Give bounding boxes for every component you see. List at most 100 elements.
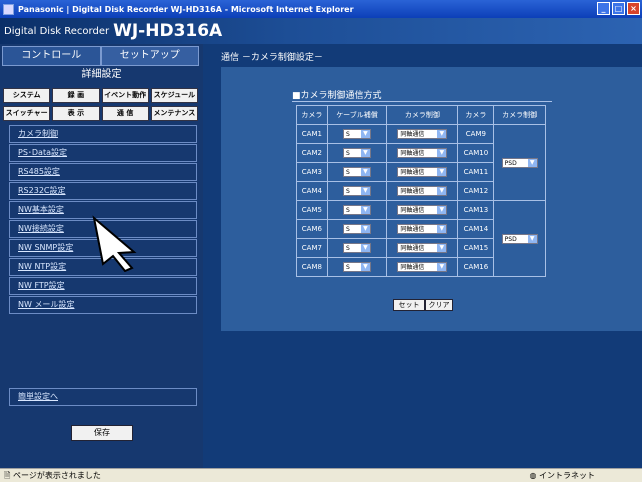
chevron-down-icon: ▼	[527, 234, 537, 243]
easy-setup-link[interactable]: 簡単設定へ	[9, 388, 197, 406]
header-camera-2: カメラ	[457, 105, 495, 125]
menu-recording[interactable]: 録 画	[52, 88, 100, 103]
page-icon: 🗎	[4, 471, 11, 480]
header-control: カメラ制御	[386, 105, 459, 125]
section-subtitle: 詳細設定	[81, 69, 122, 80]
control-select[interactable]: 同軸通信 ▼	[397, 205, 448, 215]
control-select[interactable]: 同軸通信 ▼	[397, 186, 448, 196]
tab-setup[interactable]: セットアップ	[100, 46, 199, 66]
chevron-down-icon: ▼	[360, 168, 370, 176]
menu-event[interactable]: イベント動作	[101, 88, 149, 103]
camera-cell-2: CAM14	[457, 219, 495, 239]
status-bar: 🗎 ページが表示されました ◍ イントラネット	[0, 468, 642, 482]
cable-select[interactable]: S ▼	[342, 186, 371, 196]
cable-select[interactable]: S ▼	[342, 224, 371, 234]
chevron-down-icon: ▼	[437, 187, 447, 195]
chevron-down-icon: ▼	[437, 130, 447, 138]
menu-schedule[interactable]: スケジュール	[150, 88, 198, 103]
chevron-down-icon: ▼	[360, 149, 370, 157]
header-big: WJ-HD316A	[113, 21, 223, 41]
cable-select[interactable]: S ▼	[342, 205, 371, 215]
chevron-down-icon: ▼	[437, 225, 447, 233]
camera-cell-2: CAM15	[457, 238, 495, 258]
control-select[interactable]: 同軸通信 ▼	[397, 167, 448, 177]
header-control-2: カメラ制御	[493, 105, 546, 125]
menu-system[interactable]: システム	[3, 88, 51, 103]
camera-cell: CAM1	[296, 124, 328, 144]
chevron-down-icon: ▼	[360, 206, 370, 214]
tab-control[interactable]: コントロール	[2, 46, 101, 66]
menu-display[interactable]: 表 示	[52, 106, 100, 121]
menu-communication[interactable]: 通 信	[101, 106, 149, 121]
camera-cell: CAM8	[296, 257, 328, 277]
cable-select[interactable]: S ▼	[342, 243, 371, 253]
table-row: CAM5 S ▼ 同軸通信 ▼ CAM13 PSD ▼	[296, 200, 546, 277]
camera-cell: CAM7	[296, 238, 328, 258]
minimize-icon[interactable]: _	[597, 2, 610, 15]
mode-tabs: コントロール セットアップ	[2, 46, 199, 66]
pointer-cursor-icon	[92, 215, 137, 272]
chevron-down-icon: ▼	[360, 263, 370, 271]
section-title: ■カメラ制御通信方式	[292, 88, 552, 102]
close-icon[interactable]: ×	[627, 2, 640, 15]
control-select[interactable]: 同軸通信 ▼	[397, 243, 448, 253]
submenu-rs485[interactable]: RS485設定	[9, 163, 197, 181]
set-button[interactable]: セット	[393, 299, 425, 311]
status-left: 🗎 ページが表示されました	[4, 471, 101, 480]
chevron-down-icon: ▼	[437, 263, 447, 271]
chevron-down-icon: ▼	[437, 149, 447, 157]
group-control-select[interactable]: PSD ▼	[501, 233, 538, 244]
table-row: CAM1 S ▼ 同軸通信 ▼ CAM9 PSD ▼	[296, 124, 546, 201]
chevron-down-icon: ▼	[437, 168, 447, 176]
camera-cell-2: CAM16	[457, 257, 495, 277]
menu-switcher[interactable]: スイッチャー	[3, 106, 51, 121]
camera-cell: CAM3	[296, 162, 328, 182]
submenu-ps-data[interactable]: PS･Data設定	[9, 144, 197, 162]
cable-select[interactable]: S ▼	[342, 262, 371, 272]
window-title: Panasonic | Digital Disk Recorder WJ-HD3…	[18, 4, 354, 14]
menu-row-2: スイッチャー 表 示 通 信 メンテナンス	[3, 106, 198, 121]
chevron-down-icon: ▼	[437, 206, 447, 214]
window-titlebar[interactable]: Panasonic | Digital Disk Recorder WJ-HD3…	[0, 0, 642, 18]
camera-cell: CAM2	[296, 143, 328, 163]
cable-select[interactable]: S ▼	[342, 148, 371, 158]
ie-icon	[3, 3, 14, 15]
group-control-select[interactable]: PSD ▼	[501, 157, 538, 168]
control-select[interactable]: 同軸通信 ▼	[397, 262, 448, 272]
breadcrumb: 通信 －カメラ制御設定－	[221, 53, 323, 63]
control-select[interactable]: 同軸通信 ▼	[397, 224, 448, 234]
camera-cell-2: CAM11	[457, 162, 495, 182]
page-header: Digital Disk Recorder WJ-HD316A	[0, 18, 642, 44]
header-small: Digital Disk Recorder	[4, 25, 110, 37]
chevron-down-icon: ▼	[360, 130, 370, 138]
chevron-down-icon: ▼	[360, 225, 370, 233]
control-select[interactable]: 同軸通信 ▼	[397, 148, 448, 158]
header-camera: カメラ	[296, 105, 328, 125]
save-button[interactable]: 保存	[71, 425, 133, 441]
submenu-nw-mail[interactable]: NW メール設定	[9, 296, 197, 314]
restore-icon[interactable]: □	[612, 2, 625, 15]
submenu-camera-control[interactable]: カメラ制御	[9, 125, 197, 143]
chevron-down-icon: ▼	[527, 158, 537, 167]
camera-control-table: カメラ ケーブル補償 カメラ制御 カメラ カメラ制御 CAM1 S ▼ 同軸通信 ▼…	[296, 105, 546, 277]
chevron-down-icon: ▼	[360, 187, 370, 195]
menu-row-1: システム 録 画 イベント動作 スケジュール	[3, 88, 198, 103]
control-select[interactable]: 同軸通信 ▼	[397, 129, 448, 139]
menu-maintenance[interactable]: メンテナンス	[150, 106, 198, 121]
camera-cell: CAM4	[296, 181, 328, 201]
intranet-icon: ◍	[529, 471, 537, 480]
cable-select[interactable]: S ▼	[342, 167, 371, 177]
camera-cell-2: CAM10	[457, 143, 495, 163]
chevron-down-icon: ▼	[437, 244, 447, 252]
cable-select[interactable]: S ▼	[342, 129, 371, 139]
submenu-nw-ftp[interactable]: NW FTP設定	[9, 277, 197, 295]
chevron-down-icon: ▼	[360, 244, 370, 252]
clear-button[interactable]: クリア	[425, 299, 453, 311]
submenu-rs232c[interactable]: RS232C設定	[9, 182, 197, 200]
camera-cell-2: CAM13	[457, 200, 495, 220]
status-right: ◍ イントラネット	[529, 471, 595, 480]
camera-cell: CAM5	[296, 200, 328, 220]
camera-cell-2: CAM9	[457, 124, 495, 144]
camera-cell-2: CAM12	[457, 181, 495, 201]
camera-cell: CAM6	[296, 219, 328, 239]
